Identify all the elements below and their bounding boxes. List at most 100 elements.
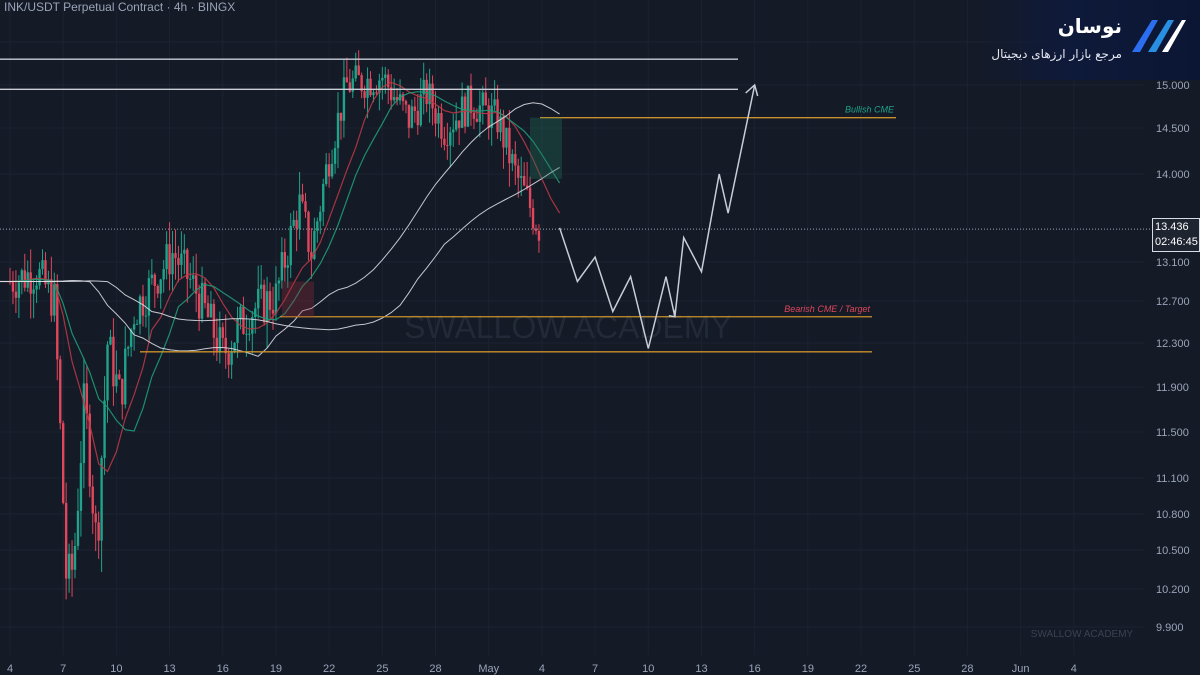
candle [106, 341, 109, 423]
candle-body [100, 458, 103, 541]
candle [449, 126, 452, 168]
candle-body [23, 270, 26, 288]
candle [277, 277, 281, 301]
candle [203, 278, 207, 309]
candle-body [534, 228, 538, 231]
candle [304, 192, 307, 218]
candle-body [298, 194, 301, 229]
candle [97, 511, 100, 559]
candle-body [230, 351, 233, 365]
bearish-cme-label: Bearish CME / Target [784, 304, 870, 314]
candle-body [522, 176, 526, 186]
candle-body [277, 280, 281, 284]
candle [534, 224, 538, 235]
candle-body [262, 284, 266, 323]
candle [528, 176, 532, 218]
candle [50, 256, 53, 322]
candle [398, 79, 402, 105]
candle-body [79, 463, 83, 511]
candle-body [274, 283, 278, 314]
price-tick-label: 9.900 [1156, 622, 1184, 634]
candle-body [339, 112, 343, 121]
time-tick-label: 4 [7, 663, 13, 675]
candle-body [91, 486, 94, 514]
candle-body [443, 138, 446, 145]
candle [339, 112, 343, 140]
candle [150, 259, 154, 285]
price-chart[interactable]: SWALLOW ACADEMY SWALLOW ACADEMY Bullish CM… [0, 0, 1200, 675]
time-tick-label: 16 [749, 663, 761, 675]
candle-body [416, 110, 419, 126]
candle-body [94, 513, 97, 523]
price-tick-label: 11.900 [1156, 382, 1189, 394]
candle [147, 269, 151, 341]
candle-body [11, 281, 15, 292]
candle [514, 141, 517, 185]
candle-body [233, 342, 236, 352]
candle-body [466, 85, 470, 127]
candle [165, 231, 168, 280]
candle-body [508, 127, 511, 164]
candle-body [455, 120, 458, 130]
candle-body [304, 201, 307, 212]
candle-body [17, 282, 21, 298]
candle [443, 126, 446, 151]
candle-body [70, 553, 74, 570]
candle-body [387, 74, 390, 88]
candle [511, 149, 514, 172]
candle [322, 178, 325, 227]
candle [351, 70, 354, 99]
candle-body [319, 211, 322, 222]
candle-body [357, 65, 360, 76]
candle [8, 267, 12, 285]
candle-body [203, 282, 207, 304]
candle [103, 376, 106, 475]
candle-body [209, 303, 213, 318]
price-tick-label: 10.200 [1156, 584, 1190, 596]
candle-body [354, 65, 357, 79]
candle [112, 318, 115, 406]
candle-body [434, 108, 437, 124]
time-tick-label: 28 [429, 663, 441, 675]
candle-body [369, 78, 372, 96]
candle [389, 74, 393, 110]
last-price: 13.436 [1155, 221, 1189, 233]
candle-body [245, 333, 248, 335]
candle-body [384, 74, 387, 78]
candle-body [141, 296, 145, 316]
time-tick-label: 4 [539, 663, 545, 675]
candle [245, 314, 248, 357]
candle-body [67, 553, 71, 579]
time-tick-label: Jun [1012, 663, 1030, 675]
candle [224, 314, 227, 369]
time-tick-label: 22 [323, 663, 335, 675]
candle-body [283, 252, 287, 268]
candle-body [446, 144, 449, 146]
candle [410, 99, 414, 129]
candle [76, 488, 80, 550]
candle [206, 295, 210, 318]
candle-body [200, 282, 204, 319]
time-tick-label: 16 [217, 663, 229, 675]
center-watermark: SWALLOW ACADEMY [404, 309, 732, 345]
time-tick-label: 28 [961, 663, 973, 675]
candle [413, 96, 417, 123]
candle-body [496, 99, 499, 133]
candle-body [138, 296, 142, 324]
candle [59, 355, 62, 430]
price-tick-label: 13.100 [1156, 257, 1190, 269]
candle-body [61, 423, 65, 503]
candle [70, 540, 74, 597]
candle-body [268, 291, 272, 310]
brand-name: نوسان [1057, 14, 1122, 38]
candle-body [192, 275, 195, 279]
candle-body [162, 269, 165, 280]
candle [259, 265, 263, 299]
candle [292, 210, 295, 229]
price-tick-label: 10.500 [1156, 545, 1190, 557]
candle-body [50, 279, 53, 316]
candle [505, 127, 508, 155]
candle-body [115, 374, 118, 387]
candle [440, 103, 443, 148]
candle [407, 104, 411, 139]
